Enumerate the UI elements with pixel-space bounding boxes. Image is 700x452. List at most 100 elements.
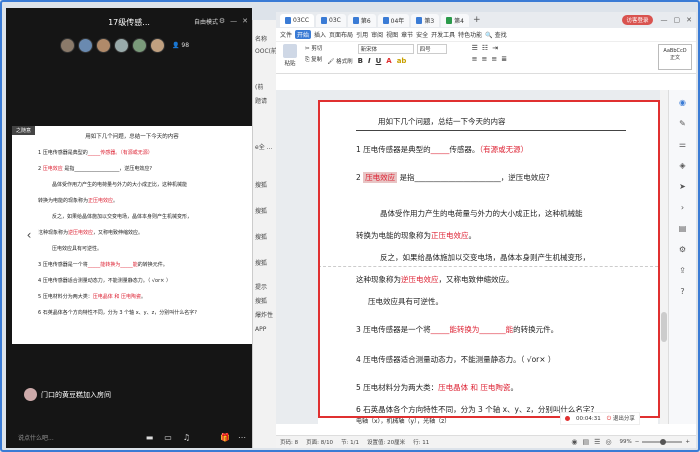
- pen-icon[interactable]: ✎: [679, 119, 686, 128]
- exit-share-button[interactable]: ⏻ 退出分享: [607, 414, 635, 423]
- italic-button[interactable]: I: [368, 57, 371, 65]
- login-button[interactable]: 访客登录: [622, 15, 653, 25]
- font-color-button[interactable]: A: [386, 57, 391, 65]
- chat-input[interactable]: 说点什么吧...: [18, 433, 146, 442]
- chat-bar: 说点什么吧... ▬ ▭ ♫ 🎁 ⋯: [6, 426, 252, 448]
- paste-button[interactable]: 粘贴: [280, 44, 300, 67]
- paragraph-group: ☰ ☷ ⇥ ≡ ≡ ≡ ≣: [472, 44, 508, 63]
- menu-view[interactable]: 视图: [386, 30, 398, 39]
- underline-button[interactable]: U: [376, 57, 382, 65]
- format-painter-button[interactable]: 🖌 格式刷: [327, 57, 352, 65]
- menu-search[interactable]: 🔍 查找: [485, 30, 506, 39]
- strip-text: 提示: [255, 284, 268, 291]
- settings-icon[interactable]: ⚙: [679, 245, 686, 254]
- tab-document[interactable]: 03C: [316, 13, 346, 27]
- avatar[interactable]: [60, 38, 75, 53]
- settings-icon[interactable]: ⚙: [219, 17, 225, 25]
- align-center-icon[interactable]: ≡: [482, 55, 488, 63]
- share-line: 2 压电效应 是指__________________，逆压电效应?: [38, 165, 252, 172]
- style-normal[interactable]: AaBbCcD 正文: [658, 44, 692, 70]
- zoom-in-icon[interactable]: +: [685, 439, 690, 445]
- web-view-icon[interactable]: ◎: [605, 438, 611, 446]
- strip-text: 名称: [255, 36, 268, 43]
- search-label: 查找: [494, 32, 507, 39]
- music-icon[interactable]: ♫: [183, 433, 190, 442]
- justify-icon[interactable]: ≣: [501, 55, 507, 63]
- page-view-icon[interactable]: ▤: [583, 438, 590, 446]
- tab-document[interactable]: 04年: [377, 13, 410, 27]
- align-left-icon[interactable]: ≡: [472, 55, 478, 63]
- layers-icon[interactable]: ▤: [679, 224, 687, 233]
- align-right-icon[interactable]: ≡: [491, 55, 497, 63]
- zoom-thumb[interactable]: [660, 439, 667, 445]
- adjust-icon[interactable]: ⚌: [679, 140, 686, 149]
- new-tab-icon[interactable]: +: [473, 15, 481, 25]
- avatar[interactable]: [114, 38, 129, 53]
- tab-document[interactable]: 第4: [441, 13, 469, 27]
- strip-text: 搜狐: [255, 208, 268, 215]
- status-setting: 设置值: 20厘米: [367, 440, 406, 446]
- menu-home[interactable]: 开始: [295, 30, 312, 39]
- zoom-control: 99% − +: [620, 439, 690, 445]
- cut-button[interactable]: ✂ 剪切: [305, 44, 322, 52]
- prev-arrow-icon[interactable]: ‹: [18, 224, 40, 246]
- number-list-icon[interactable]: ☷: [482, 44, 488, 52]
- menu-developer[interactable]: 开发工具: [431, 30, 455, 39]
- indent-icon[interactable]: ⇥: [492, 44, 498, 52]
- avatar: [24, 388, 37, 401]
- tab-document[interactable]: 03CC: [280, 13, 315, 27]
- help-icon[interactable]: ?: [680, 287, 684, 296]
- camera-icon[interactable]: ▬: [146, 433, 154, 442]
- clipboard-group: ✂ 剪切 ⎘ 复制: [305, 44, 322, 64]
- font-size-select[interactable]: 四号: [416, 44, 447, 54]
- zoom-slider[interactable]: [642, 439, 683, 445]
- eye-icon[interactable]: ◉: [571, 438, 577, 446]
- menu-chapter[interactable]: 章节: [401, 30, 413, 39]
- menu-layout[interactable]: 页面布局: [329, 30, 353, 39]
- avatar[interactable]: [78, 38, 93, 53]
- bold-button[interactable]: B: [358, 57, 363, 65]
- doc-icon: [321, 16, 328, 24]
- minimize-icon[interactable]: —: [230, 17, 237, 25]
- screen-share-icon[interactable]: ▭: [164, 433, 172, 442]
- zoom-level: 99%: [619, 439, 632, 445]
- next-arrow-icon[interactable]: ›: [681, 203, 684, 212]
- share-text-red: _____传感器。（有源或无源）: [87, 150, 153, 156]
- menu-review[interactable]: 审阅: [371, 30, 383, 39]
- menu-features[interactable]: 特色功能: [458, 30, 482, 39]
- menu-security[interactable]: 安全: [416, 30, 428, 39]
- avatar[interactable]: [96, 38, 111, 53]
- minimize-icon[interactable]: —: [661, 16, 668, 24]
- location-icon[interactable]: ◉: [679, 98, 686, 107]
- share-icon[interactable]: ⇪: [679, 266, 686, 275]
- tab-document[interactable]: 第3: [411, 13, 440, 27]
- zoom-out-icon[interactable]: −: [635, 439, 640, 445]
- bullet-list-icon[interactable]: ☰: [472, 44, 478, 52]
- align-buttons: ≡ ≡ ≡ ≣: [472, 55, 508, 63]
- menu-insert[interactable]: 插入: [314, 30, 326, 39]
- pointer-icon[interactable]: ➤: [679, 182, 686, 191]
- join-notice: 门口的黄豆糕加入房间: [24, 388, 111, 401]
- highlight-button[interactable]: ab: [397, 57, 407, 65]
- doc-icon: [285, 16, 291, 24]
- maximize-icon[interactable]: ▢: [674, 16, 681, 24]
- share-line: 3 压电传感器是一个将_____能转换为_____能的转换元件。: [38, 261, 252, 268]
- outline-view-icon[interactable]: ☰: [594, 438, 600, 446]
- list-buttons: ☰ ☷ ⇥: [472, 44, 508, 52]
- shapes-icon[interactable]: ◈: [679, 161, 685, 170]
- menu-file[interactable]: 文件: [280, 30, 292, 39]
- close-icon[interactable]: ✕: [686, 16, 692, 24]
- scroll-thumb[interactable]: [661, 312, 667, 342]
- close-icon[interactable]: ✕: [242, 17, 248, 25]
- avatar[interactable]: [150, 38, 165, 53]
- menu-references[interactable]: 引用: [356, 30, 368, 39]
- free-mode-toggle[interactable]: 自由模式: [194, 17, 218, 26]
- copy-button[interactable]: ⎘ 复制: [305, 55, 322, 64]
- tab-document[interactable]: 第6: [347, 13, 376, 27]
- vertical-scrollbar[interactable]: [660, 90, 668, 424]
- viewer-count[interactable]: 👤 98: [172, 42, 189, 49]
- gift-icon[interactable]: 🎁: [220, 433, 230, 442]
- avatar[interactable]: [132, 38, 147, 53]
- more-icon[interactable]: ⋯: [238, 433, 246, 442]
- font-select[interactable]: 新宋体: [357, 44, 414, 54]
